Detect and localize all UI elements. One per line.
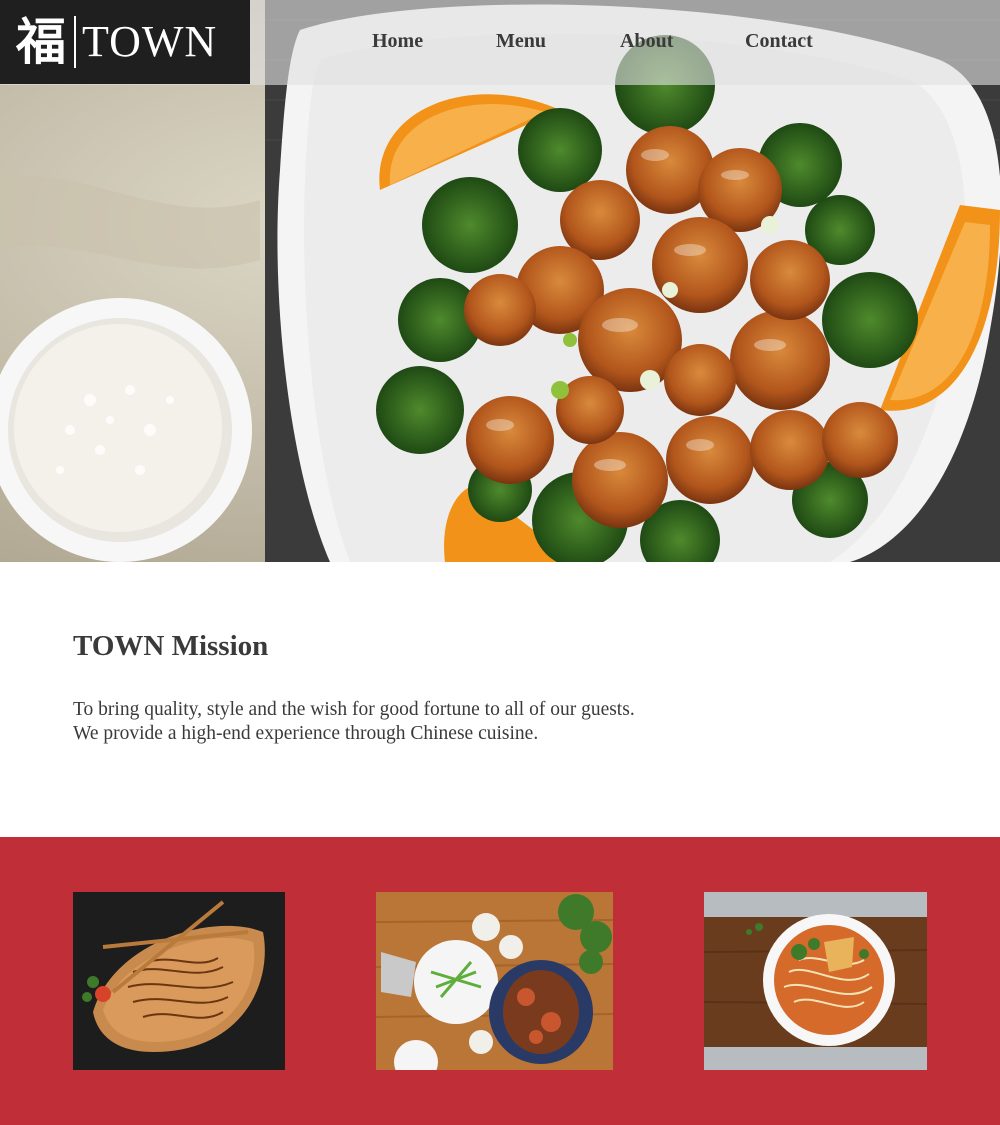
gallery-band [0, 837, 1000, 1125]
gallery-photo-table-spread[interactable] [376, 892, 613, 1070]
noodle-soup-photo-icon [704, 892, 927, 1070]
nav-home-link[interactable]: Home [372, 30, 496, 53]
gallery-photo-noodle-soup[interactable] [704, 892, 927, 1070]
logo-divider [74, 16, 76, 68]
mission-title: TOWN Mission [73, 630, 269, 662]
mission-line-1: To bring quality, style and the wish for… [73, 699, 635, 720]
top-navbar: 福 TOWN Home Menu About Contact [0, 0, 1000, 85]
mission-text: To bring quality, style and the wish for… [73, 698, 635, 746]
gallery-photo-noodles[interactable] [73, 892, 285, 1070]
brand-logo[interactable]: 福 TOWN [0, 0, 250, 84]
mission-line-2: We provide a high-end experience through… [73, 723, 539, 744]
noodles-photo-icon [73, 892, 285, 1070]
nav-about-link[interactable]: About [620, 30, 745, 53]
logo-wordmark: TOWN [82, 17, 218, 66]
table-spread-photo-icon [376, 892, 613, 1070]
nav-contact-link[interactable]: Contact [745, 30, 813, 53]
logo-fortune-character: 福 [16, 12, 66, 71]
main-nav: Home Menu About Contact [372, 30, 813, 53]
nav-menu-link[interactable]: Menu [496, 30, 620, 53]
